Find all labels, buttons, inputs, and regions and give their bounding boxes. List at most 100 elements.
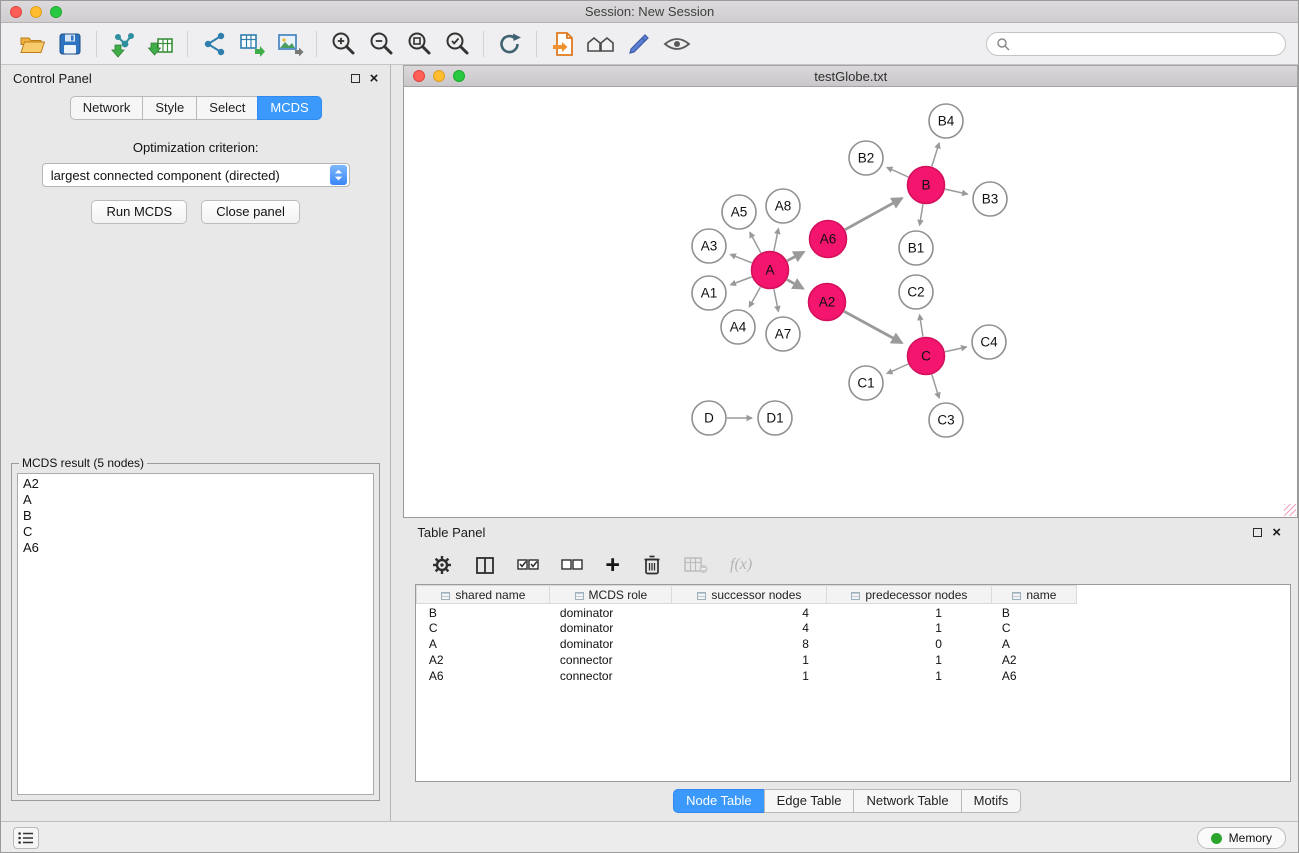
close-panel-icon[interactable]: × xyxy=(1272,525,1281,540)
float-panel-icon[interactable] xyxy=(1253,528,1262,537)
graph-edge-A-A1[interactable] xyxy=(731,277,752,285)
tab-edge-table[interactable]: Edge Table xyxy=(764,789,855,813)
close-panel-icon[interactable]: × xyxy=(370,71,379,86)
mcds-result-list[interactable]: A2ABCA6 xyxy=(17,473,374,795)
graph-edge-A-A5[interactable] xyxy=(750,232,761,253)
column-header-predecessor-nodes[interactable]: predecessor nodes xyxy=(827,586,992,604)
graph-edge-A-A3[interactable] xyxy=(731,254,752,262)
criterion-dropdown[interactable]: largest connected component (directed) xyxy=(42,163,350,187)
graph-node-B2[interactable]: B2 xyxy=(849,141,883,175)
delete-table-button[interactable] xyxy=(684,556,708,574)
apply-layout-button[interactable] xyxy=(491,28,529,60)
graph-node-C4[interactable]: C4 xyxy=(972,325,1006,359)
graph-node-A6[interactable]: A6 xyxy=(810,221,847,258)
graph-edge-A-A7[interactable] xyxy=(774,289,779,311)
zoom-in-button[interactable] xyxy=(324,28,362,60)
zoom-fit-button[interactable] xyxy=(400,28,438,60)
graph-node-A7[interactable]: A7 xyxy=(766,317,800,351)
graph-edge-A-A4[interactable] xyxy=(750,287,761,307)
graph-edge-B-B3[interactable] xyxy=(945,189,967,194)
import-table-from-file-button[interactable] xyxy=(142,28,180,60)
graph-node-D1[interactable]: D1 xyxy=(758,401,792,435)
graph-node-A8[interactable]: A8 xyxy=(766,189,800,223)
column-header-MCDS-role[interactable]: MCDS role xyxy=(550,586,672,604)
table-row[interactable]: Cdominator41C xyxy=(417,620,1077,636)
table-row[interactable]: Adominator80A xyxy=(417,636,1077,652)
show-hide-button[interactable] xyxy=(658,28,696,60)
task-history-button[interactable] xyxy=(13,827,39,849)
select-all-button[interactable] xyxy=(517,558,539,573)
graph-edge-B-B4[interactable] xyxy=(932,143,939,166)
graph-node-C2[interactable]: C2 xyxy=(899,275,933,309)
table-row[interactable]: Bdominator41B xyxy=(417,604,1077,621)
tab-style[interactable]: Style xyxy=(142,96,197,120)
graph-node-B[interactable]: B xyxy=(908,167,945,204)
graph-node-B4[interactable]: B4 xyxy=(929,104,963,138)
mcds-result-item[interactable]: C xyxy=(23,524,368,540)
graph-node-A2[interactable]: A2 xyxy=(809,284,846,321)
graph-edge-A2-C[interactable] xyxy=(845,311,903,342)
graph-node-A[interactable]: A xyxy=(752,252,789,289)
column-header-name[interactable]: name xyxy=(992,586,1077,604)
column-header-shared-name[interactable]: shared name xyxy=(417,586,550,604)
tab-motifs[interactable]: Motifs xyxy=(961,789,1022,813)
table-settings-button[interactable] xyxy=(431,554,453,576)
mcds-result-item[interactable]: B xyxy=(23,508,368,524)
import-network-from-table-button[interactable] xyxy=(233,28,271,60)
graph-node-C1[interactable]: C1 xyxy=(849,366,883,400)
graph-edge-C-C2[interactable] xyxy=(920,315,923,337)
mcds-result-item[interactable]: A2 xyxy=(23,476,368,492)
graph-node-B3[interactable]: B3 xyxy=(973,182,1007,216)
zoom-selected-button[interactable] xyxy=(438,28,476,60)
graph-edge-B-B2[interactable] xyxy=(887,167,908,177)
tab-network[interactable]: Network xyxy=(70,96,144,120)
graph-node-C[interactable]: C xyxy=(908,338,945,375)
resize-grip[interactable] xyxy=(1284,504,1296,516)
tab-mcds[interactable]: MCDS xyxy=(257,96,321,120)
import-network-from-file-button[interactable] xyxy=(104,28,142,60)
home-network-button[interactable] xyxy=(582,28,620,60)
graph-node-C3[interactable]: C3 xyxy=(929,403,963,437)
mcds-result-item[interactable]: A xyxy=(23,492,368,508)
network-graph[interactable]: B4 B2 B B3 A5 A8 A6 B1 A3 A C2 A1 A2 A4 A7 C4 C C1 C3 D D1 xyxy=(404,87,1297,517)
delete-row-button[interactable] xyxy=(642,554,662,576)
graph-node-D[interactable]: D xyxy=(692,401,726,435)
function-builder-button[interactable]: f(x) xyxy=(730,556,752,574)
graph-edge-A6-B[interactable] xyxy=(845,198,902,229)
add-row-button[interactable]: + xyxy=(605,555,620,575)
column-visibility-button[interactable] xyxy=(475,556,495,575)
mcds-result-item[interactable]: A6 xyxy=(23,540,368,556)
save-session-button[interactable] xyxy=(51,28,89,60)
tab-select[interactable]: Select xyxy=(196,96,258,120)
export-image-button[interactable] xyxy=(271,28,309,60)
graph-edge-A-A2[interactable] xyxy=(787,280,803,289)
graph-node-A3[interactable]: A3 xyxy=(692,229,726,263)
graph-edge-B-B1[interactable] xyxy=(920,204,923,225)
search-input[interactable] xyxy=(1016,37,1276,51)
tab-network-table[interactable]: Network Table xyxy=(853,789,961,813)
network-share-button[interactable] xyxy=(195,28,233,60)
graph-edge-A-A8[interactable] xyxy=(774,229,779,251)
tab-node-table[interactable]: Node Table xyxy=(673,789,765,813)
run-mcds-button[interactable]: Run MCDS xyxy=(91,200,187,224)
column-header-successor-nodes[interactable]: successor nodes xyxy=(672,586,827,604)
memory-button[interactable]: Memory xyxy=(1197,827,1286,849)
graph-node-A1[interactable]: A1 xyxy=(692,276,726,310)
table-row[interactable]: A6connector11A6 xyxy=(417,668,1077,684)
graph-node-A4[interactable]: A4 xyxy=(721,310,755,344)
annotate-button[interactable] xyxy=(620,28,658,60)
zoom-out-button[interactable] xyxy=(362,28,400,60)
network-canvas[interactable]: B4 B2 B B3 A5 A8 A6 B1 A3 A C2 A1 A2 A4 A7 C4 C C1 C3 D D1 xyxy=(403,87,1298,518)
graph-edge-C-C1[interactable] xyxy=(887,364,908,374)
close-panel-button[interactable]: Close panel xyxy=(201,200,300,224)
graph-edge-C-C3[interactable] xyxy=(932,375,939,398)
graph-edge-A-A6[interactable] xyxy=(788,252,805,261)
graph-node-B1[interactable]: B1 xyxy=(899,231,933,265)
network-window-titlebar[interactable]: testGlobe.txt xyxy=(403,65,1298,87)
deselect-all-button[interactable] xyxy=(561,558,583,573)
graph-edge-C-C4[interactable] xyxy=(945,347,967,352)
table-row[interactable]: A2connector11A2 xyxy=(417,652,1077,668)
open-session-button[interactable] xyxy=(13,28,51,60)
float-panel-icon[interactable] xyxy=(351,74,360,83)
graph-node-A5[interactable]: A5 xyxy=(722,195,756,229)
